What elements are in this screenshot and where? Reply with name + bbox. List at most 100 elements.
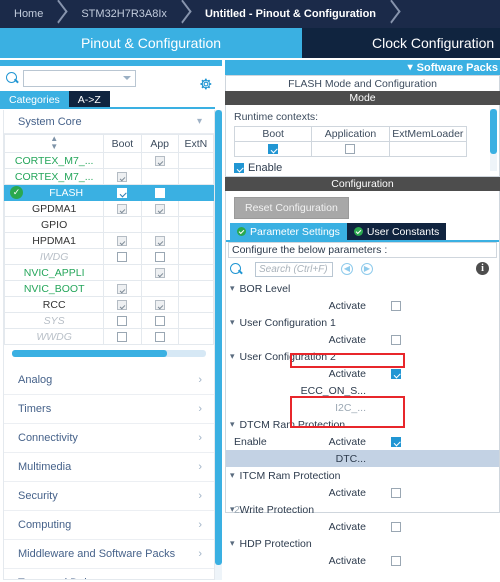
param-row-activate[interactable]: Activate: [226, 297, 499, 314]
checkbox[interactable]: [268, 144, 279, 155]
left-panel-vertical-scrollbar[interactable]: [215, 110, 222, 580]
checkbox[interactable]: [391, 555, 401, 566]
peripheral-boot-cell[interactable]: [103, 312, 142, 329]
table-row[interactable]: GPIO: [4, 216, 214, 233]
param-row-activate[interactable]: Activate: [226, 484, 499, 501]
breadcrumb-item-mcu[interactable]: STM32H7R3A8Ix: [67, 0, 173, 28]
column-header-app[interactable]: App: [140, 134, 179, 153]
checkbox[interactable]: [154, 155, 165, 166]
peripheral-boot-cell[interactable]: [103, 248, 142, 265]
chevron-down-icon[interactable]: ▾: [230, 419, 235, 430]
param-value[interactable]: [366, 521, 426, 532]
peripheral-boot-cell[interactable]: [103, 200, 142, 217]
subtab-categories[interactable]: Categories: [0, 91, 69, 108]
checkbox[interactable]: [154, 267, 165, 278]
category-item-analog[interactable]: Analog ›: [4, 366, 214, 395]
peripheral-app-cell[interactable]: [140, 216, 179, 233]
peripheral-app-cell[interactable]: [140, 248, 179, 265]
peripheral-ext-cell[interactable]: [177, 216, 214, 233]
checkbox[interactable]: [391, 300, 401, 311]
runtime-application-cell[interactable]: [311, 141, 390, 157]
scrollbar-thumb[interactable]: [490, 109, 497, 154]
chevron-right-circle-icon[interactable]: ▶: [361, 263, 373, 275]
peripheral-boot-cell[interactable]: [103, 264, 142, 281]
peripheral-boot-cell[interactable]: [103, 232, 142, 249]
subtab-a-to-z[interactable]: A->Z: [68, 91, 110, 108]
chevron-down-icon[interactable]: ▾: [230, 317, 235, 328]
table-row[interactable]: GPDMA1: [4, 200, 214, 217]
peripheral-boot-cell[interactable]: [103, 280, 142, 297]
peripheral-ext-cell[interactable]: [177, 168, 214, 185]
checkbox[interactable]: [117, 251, 128, 262]
peripheral-ext-cell[interactable]: [177, 200, 214, 217]
peripheral-ext-cell[interactable]: [177, 280, 214, 297]
runtime-extmemloader-cell[interactable]: [388, 141, 468, 157]
checkbox[interactable]: [391, 436, 401, 447]
peripheral-ext-cell[interactable]: [177, 296, 214, 313]
gear-icon[interactable]: [199, 77, 213, 91]
peripheral-ext-cell[interactable]: [177, 264, 214, 281]
software-packs-toggle[interactable]: ▾ Software Packs: [225, 60, 500, 75]
category-item-trace-and-debug[interactable]: Trace and Debug ›: [4, 569, 214, 579]
chevron-down-icon[interactable]: ▾: [230, 470, 235, 481]
peripheral-app-cell[interactable]: [140, 168, 179, 185]
peripheral-ext-cell[interactable]: [177, 328, 214, 345]
table-row[interactable]: NVIC_APPLI: [4, 264, 214, 281]
table-row[interactable]: CORTEX_M7_...: [4, 152, 214, 169]
checkbox[interactable]: [117, 187, 128, 198]
peripheral-app-cell[interactable]: [140, 200, 179, 217]
checkbox[interactable]: [117, 283, 128, 294]
param-group-user-configuration-1[interactable]: ▾ User Configuration 1: [226, 314, 499, 331]
checkbox[interactable]: [117, 299, 128, 310]
breadcrumb-item-home[interactable]: Home: [0, 0, 49, 28]
param-value[interactable]: [366, 300, 426, 311]
reset-configuration-button[interactable]: Reset Configuration: [234, 197, 349, 219]
checkbox[interactable]: [391, 334, 401, 345]
chevron-down-icon[interactable]: ▾: [197, 116, 202, 127]
table-row[interactable]: SYS: [4, 312, 214, 329]
peripheral-ext-cell[interactable]: [177, 312, 214, 329]
checkbox[interactable]: [117, 235, 128, 246]
param-row-dtcm-value[interactable]: DTC... 2: [226, 450, 499, 516]
param-group-hdp-protection[interactable]: ▾ HDP Protection: [226, 535, 499, 552]
chevron-left-circle-icon[interactable]: ◀: [341, 263, 353, 275]
tab-pinout-configuration[interactable]: Pinout & Configuration: [0, 28, 302, 58]
chevron-down-icon[interactable]: ▾: [230, 538, 235, 549]
param-value[interactable]: [366, 436, 426, 447]
chevron-down-icon[interactable]: ▾: [230, 283, 235, 294]
param-row-activate-dtcm[interactable]: Activate: [226, 433, 499, 450]
column-header-ext[interactable]: ExtN: [177, 134, 214, 153]
chevron-down-icon[interactable]: [123, 76, 131, 80]
table-row[interactable]: CORTEX_M7_...: [4, 168, 214, 185]
checkbox[interactable]: [154, 315, 165, 326]
category-item-computing[interactable]: Computing ›: [4, 511, 214, 540]
enable-row[interactable]: Enable: [234, 162, 491, 174]
peripheral-app-cell[interactable]: [140, 280, 179, 297]
category-item-security[interactable]: Security ›: [4, 482, 214, 511]
table-row[interactable]: HPDMA1: [4, 232, 214, 249]
param-group-write-protection[interactable]: ▾ Write Protection: [226, 501, 499, 518]
param-value[interactable]: [366, 555, 426, 566]
peripheral-boot-cell[interactable]: [103, 296, 142, 313]
peripheral-ext-cell[interactable]: [177, 152, 214, 169]
tab-user-constants[interactable]: User Constants: [346, 223, 447, 240]
checkbox[interactable]: [154, 331, 165, 342]
peripheral-boot-cell[interactable]: [103, 328, 142, 345]
group-system-core[interactable]: System Core ▾: [4, 110, 214, 134]
param-value[interactable]: [366, 368, 426, 379]
param-group-user-configuration-2[interactable]: ▾ User Configuration 2: [226, 348, 499, 365]
peripheral-ext-cell[interactable]: [177, 232, 214, 249]
mode-section-scrollbar[interactable]: [490, 109, 497, 171]
param-row-activate[interactable]: Activate: [226, 552, 499, 569]
column-header-boot[interactable]: Boot: [103, 134, 142, 153]
scrollbar-thumb[interactable]: [12, 350, 168, 357]
checkbox[interactable]: [117, 171, 128, 182]
param-row-activate[interactable]: Activate: [226, 331, 499, 348]
checkbox[interactable]: [154, 187, 165, 198]
table-row[interactable]: NVIC_BOOT: [4, 280, 214, 297]
peripheral-app-cell[interactable]: [140, 264, 179, 281]
peripheral-app-cell[interactable]: [140, 152, 179, 169]
checkbox[interactable]: [154, 203, 165, 214]
checkbox[interactable]: [117, 315, 128, 326]
peripheral-app-cell[interactable]: [140, 184, 179, 201]
